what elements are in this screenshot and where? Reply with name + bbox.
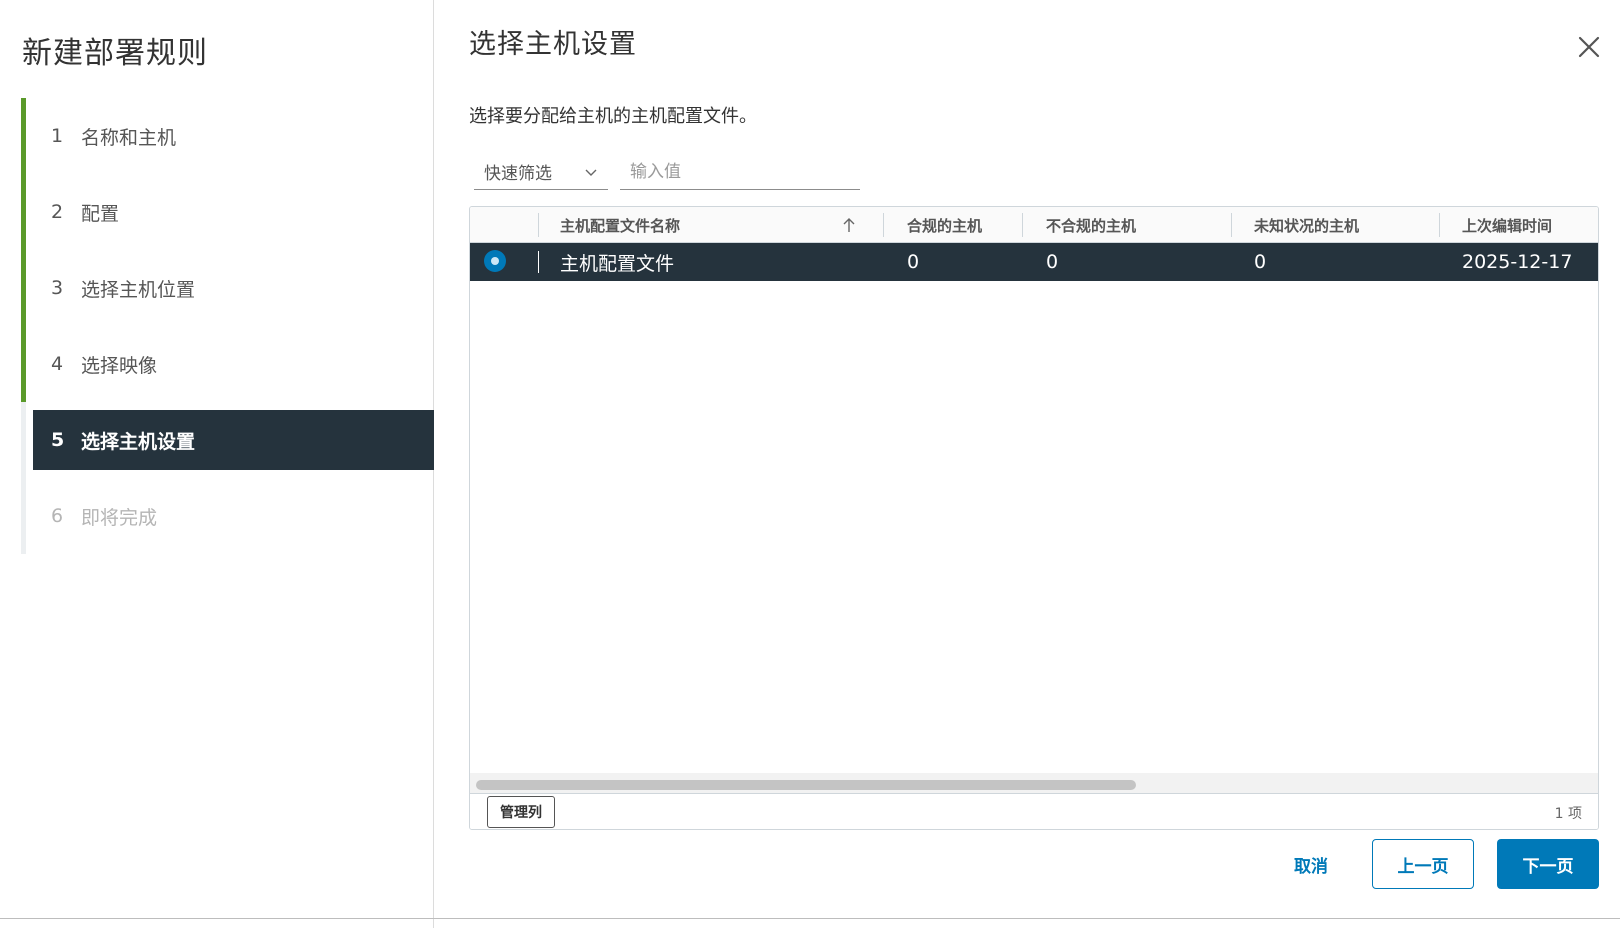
chevron-down-icon [585,169,597,176]
column-header-label: 不合规的主机 [1046,216,1137,235]
wizard-step-2[interactable]: 2 配置 [21,174,434,250]
column-separator[interactable] [1439,213,1440,237]
page-description: 选择要分配给主机的主机配置文件。 [469,106,757,127]
previous-button[interactable]: 上一页 [1372,839,1474,889]
column-header-unknown[interactable]: 未知状况的主机 [1254,207,1434,243]
step-label: 选择主机位置 [81,278,196,301]
step-label: 选择主机设置 [81,430,196,453]
column-header-label: 上次编辑时间 [1462,216,1553,235]
column-header-last-edited[interactable]: 上次编辑时间 [1462,207,1598,243]
cell-unknown: 0 [1254,251,1267,273]
table-row[interactable]: 主机配置文件 0 0 0 2025-12-17 [470,243,1598,281]
step-label: 即将完成 [81,506,158,529]
horizontal-scrollbar[interactable] [470,773,1598,793]
column-header-noncompliant[interactable]: 不合规的主机 [1046,207,1226,243]
wizard-step-1[interactable]: 1 名称和主机 [21,98,434,174]
column-header-name[interactable]: 主机配置文件名称 [560,207,860,243]
column-header-label: 合规的主机 [907,216,983,235]
wizard-step-3[interactable]: 3 选择主机位置 [21,250,434,326]
wizard-main: 选择主机设置 选择要分配给主机的主机配置文件。 快速筛选 主机配置文件名称 [434,0,1620,928]
step-number: 2 [51,201,64,223]
row-select-radio[interactable] [484,250,506,272]
step-label: 选择映像 [81,354,158,377]
wizard-step-6: 6 即将完成 [21,478,434,554]
step-number: 5 [51,429,65,451]
filter-bar: 快速筛选 [474,152,860,190]
step-number: 6 [51,505,64,527]
wizard-steps: 1 名称和主机 2 配置 3 选择主机位置 4 选择映像 5 选择主机设置 6 … [21,98,434,554]
column-separator[interactable] [883,213,884,237]
quick-filter-select[interactable]: 快速筛选 [474,154,608,190]
wizard-sidebar: 新建部署规则 1 名称和主机 2 配置 3 选择主机位置 4 选择映像 5 选择… [0,0,434,928]
column-separator [538,213,539,237]
cell-last-edited: 2025-12-17 [1462,251,1573,273]
manage-columns-button[interactable]: 管理列 [487,796,555,828]
cell-compliant: 0 [907,251,920,273]
cell-noncompliant: 0 [1046,251,1059,273]
step-number: 3 [51,277,64,299]
cancel-button[interactable]: 取消 [1266,839,1356,889]
grid-header: 主机配置文件名称 合规的主机 不合规的主机 未知状况的主机 上次编辑时间 [470,207,1598,243]
wizard-title: 新建部署规则 [22,36,208,71]
column-header-compliant[interactable]: 合规的主机 [907,207,1017,243]
column-separator[interactable] [1022,213,1023,237]
wizard-step-5[interactable]: 5 选择主机设置 [21,402,434,478]
page-title: 选择主机设置 [469,29,637,60]
quick-filter-label: 快速筛选 [484,164,552,184]
close-icon [1578,36,1600,58]
step-label: 名称和主机 [81,126,177,149]
row-separator [538,251,539,273]
next-button[interactable]: 下一页 [1497,839,1599,889]
column-separator[interactable] [1231,213,1232,237]
grid-footer: 管理列 1 项 [470,793,1598,829]
scrollbar-thumb[interactable] [476,780,1136,790]
wizard-step-4[interactable]: 4 选择映像 [21,326,434,402]
host-profile-grid: 主机配置文件名称 合规的主机 不合规的主机 未知状况的主机 上次编辑时间 主机配… [469,206,1599,830]
bottom-divider [0,918,1620,919]
close-button[interactable] [1576,34,1602,60]
step-number: 4 [51,353,64,375]
step-label: 配置 [81,202,120,225]
step-number: 1 [51,125,64,147]
cell-profile-name: 主机配置文件 [560,252,675,275]
column-header-label: 未知状况的主机 [1254,216,1360,235]
sort-ascending-icon[interactable] [842,217,856,233]
column-header-label: 主机配置文件名称 [560,216,681,235]
filter-value-input[interactable] [620,154,860,190]
item-count: 1 项 [1554,806,1582,822]
